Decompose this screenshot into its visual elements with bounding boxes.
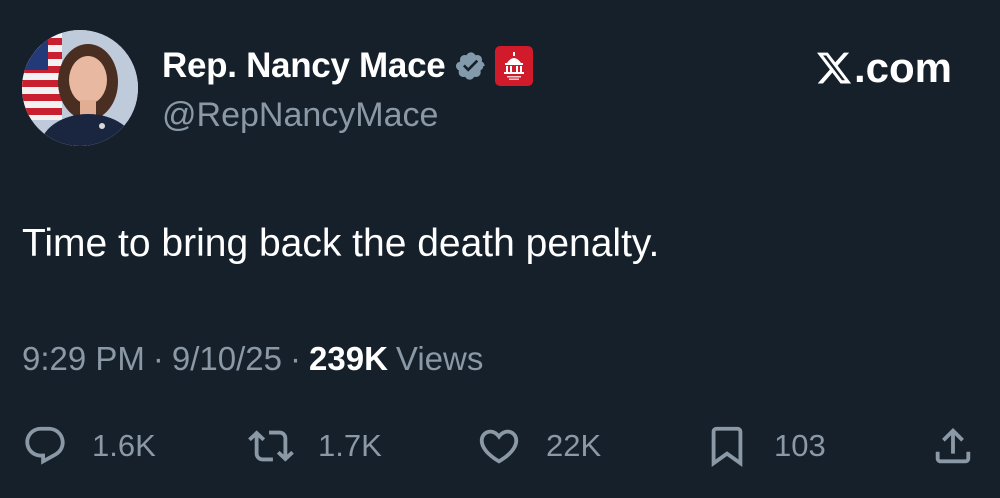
tweet-meta: 9:29 PM · 9/10/25 · 239K Views <box>22 340 483 378</box>
tweet-card: Rep. Nancy Mace @RepNancyMace .com Time … <box>0 0 1000 498</box>
house-gop-capitol-icon[interactable] <box>495 46 534 86</box>
meta-separator: · <box>290 340 302 377</box>
reply-count: 1.6K <box>92 428 156 463</box>
reply-icon <box>25 426 65 465</box>
site-brand-suffix: .com <box>853 44 952 91</box>
avatar[interactable] <box>22 30 138 146</box>
views-count[interactable]: 239K <box>309 340 388 378</box>
tweet-date[interactable]: 9/10/25 <box>172 340 282 378</box>
bookmark-button[interactable]: 103 <box>704 420 826 472</box>
like-button[interactable]: 22K <box>476 420 601 472</box>
reply-button[interactable]: 1.6K <box>22 420 156 472</box>
repost-button[interactable]: 1.7K <box>248 420 382 472</box>
heart-icon <box>479 429 519 464</box>
bookmark-icon <box>711 426 743 467</box>
author-handle[interactable]: @RepNancyMace <box>162 96 438 135</box>
meta-separator: · <box>152 340 164 377</box>
repost-count: 1.7K <box>318 428 382 463</box>
repost-icon <box>248 430 294 462</box>
author-display-name[interactable]: Rep. Nancy Mace <box>162 46 446 86</box>
bookmark-count: 103 <box>774 428 826 463</box>
views-label[interactable]: Views <box>396 340 483 378</box>
share-icon <box>935 427 971 464</box>
verified-badge-icon[interactable] <box>455 50 487 82</box>
author-name-row: Rep. Nancy Mace <box>162 44 534 88</box>
tweet-text: Time to bring back the death penalty. <box>22 222 660 265</box>
site-brand[interactable]: .com <box>815 44 952 92</box>
tweet-time[interactable]: 9:29 PM <box>22 340 145 378</box>
x-logo-icon <box>816 52 852 84</box>
action-bar: 1.6K 1.7K 22K 103 <box>0 420 1000 472</box>
like-count: 22K <box>546 428 602 463</box>
share-button[interactable] <box>930 420 976 472</box>
